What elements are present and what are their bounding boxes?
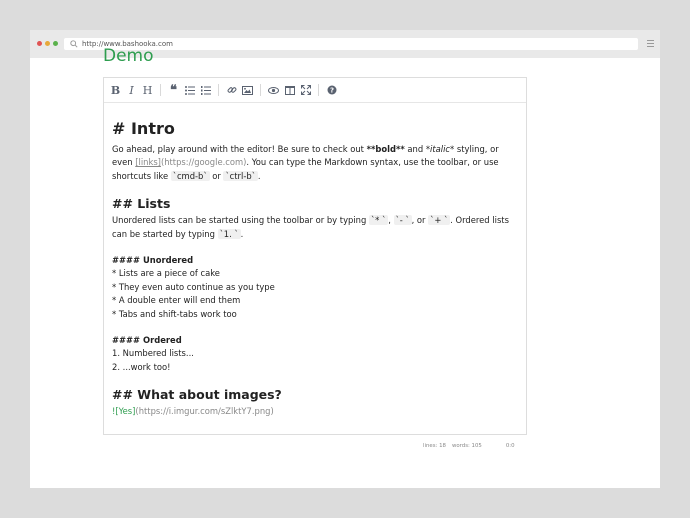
lists-paragraph: Unordered lists can be started using the…	[112, 215, 509, 239]
window-controls	[37, 41, 58, 46]
hamburger-menu-icon[interactable]	[647, 40, 654, 49]
editor-statusbar: lines: 18 words: 105 0:0	[423, 443, 515, 449]
editor-content[interactable]: # Intro Go ahead, play around with the e…	[104, 103, 526, 419]
image-url[interactable]: (https://i.imgur.com/sZlktY7.png)	[135, 406, 273, 416]
unordered-list-icon[interactable]	[182, 83, 197, 98]
image-markdown: ![Yes](https://i.imgur.com/sZlktY7.png)	[112, 405, 518, 418]
toolbar-divider	[218, 84, 219, 96]
search-icon	[70, 40, 78, 48]
side-by-side-icon[interactable]	[282, 83, 297, 98]
image-icon[interactable]	[240, 83, 255, 98]
heading-unordered: #### Unordered	[112, 255, 194, 266]
toolbar-divider	[160, 84, 161, 96]
heading-images: ## What about images?	[112, 387, 282, 403]
preview-icon[interactable]	[266, 83, 281, 98]
word-count: words: 105	[451, 443, 482, 449]
list-item: * Lists are a piece of cake	[112, 268, 220, 279]
fullscreen-icon[interactable]	[298, 83, 313, 98]
page-title: Demo	[103, 46, 154, 66]
heading-lists: ## Lists	[112, 196, 171, 212]
intro-paragraph: Go ahead, play around with the editor! B…	[112, 144, 499, 181]
italic-icon[interactable]: I	[124, 83, 139, 98]
quote-icon[interactable]: ❝	[166, 83, 181, 98]
list-item: * Tabs and shift-tabs work too	[112, 308, 237, 319]
maximize-dot[interactable]	[53, 41, 58, 46]
close-dot[interactable]	[37, 41, 42, 46]
link-text[interactable]: [links]	[135, 157, 161, 167]
heading-ordered: #### Ordered	[112, 335, 182, 346]
help-icon[interactable]: ?	[324, 83, 339, 98]
markdown-editor[interactable]: B I H ❝ ? # Intro Go ahead, play around …	[103, 77, 527, 435]
bold-icon[interactable]: B	[108, 83, 123, 98]
editor-toolbar: B I H ❝ ?	[104, 78, 526, 103]
image-alt-text[interactable]: ![Yes]	[112, 406, 135, 416]
toolbar-divider	[260, 84, 261, 96]
ordered-list-icon[interactable]	[198, 83, 213, 98]
heading-intro: # Intro	[112, 119, 175, 138]
list-item: * A double enter will end them	[112, 295, 241, 306]
line-count: lines: 18	[423, 443, 446, 449]
svg-text:?: ?	[329, 87, 333, 95]
cursor-position: 0:0	[505, 443, 515, 449]
list-item: 2. ...work too!	[112, 361, 171, 372]
link-url[interactable]: (https://google.com)	[161, 157, 246, 167]
minimize-dot[interactable]	[45, 41, 50, 46]
heading-icon[interactable]: H	[140, 83, 155, 98]
list-item: * They even auto continue as you type	[112, 281, 275, 292]
toolbar-divider	[318, 84, 319, 96]
link-icon[interactable]	[224, 83, 239, 98]
list-item: 1. Numbered lists...	[112, 348, 194, 359]
